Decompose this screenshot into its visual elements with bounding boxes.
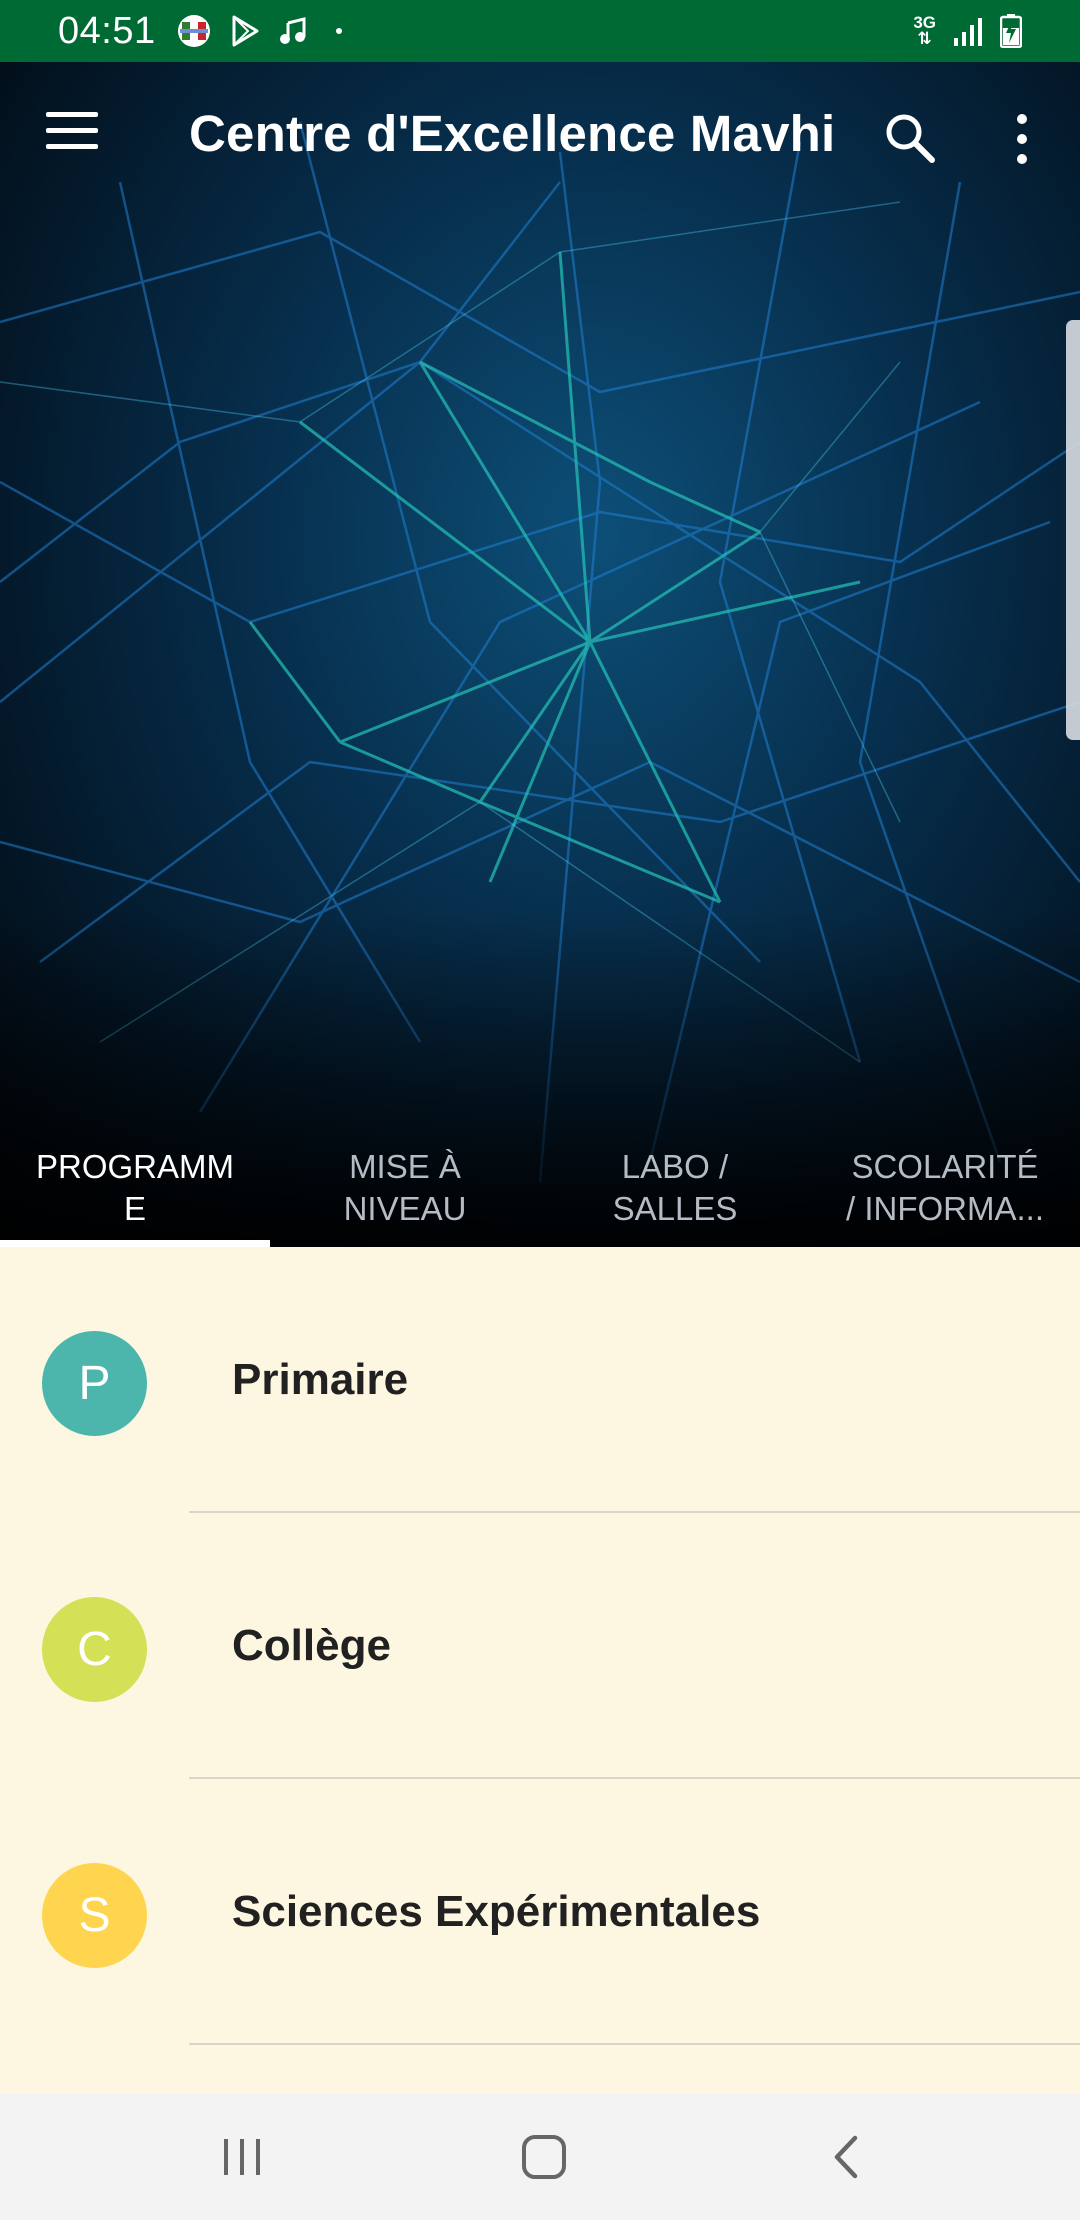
divider (189, 2043, 1080, 2045)
dot-icon (335, 28, 342, 34)
avatar: C (42, 1597, 147, 1702)
flag-notification-icon (176, 13, 212, 49)
status-notification-icons (176, 13, 342, 49)
menu-icon[interactable] (46, 112, 98, 152)
list-item-primaire[interactable]: P Primaire (0, 1247, 1080, 1513)
tab-label: MISE À NIVEAU (343, 1148, 467, 1227)
tab-programme[interactable]: PROGRAMM E (0, 1130, 270, 1247)
app-bar: Centre d'Excellence Mavhi (0, 62, 1080, 212)
list-item-label: Primaire (232, 1355, 409, 1404)
play-store-icon (230, 15, 260, 47)
signal-icon (952, 16, 984, 46)
recent-apps-icon[interactable] (202, 2124, 282, 2190)
system-navigation-bar (0, 2094, 1080, 2220)
network-lines-graphic (0, 121, 1080, 1247)
status-system-icons: 3G ⇅ (913, 14, 1022, 48)
hero-background-image (0, 62, 1080, 1247)
back-icon[interactable] (806, 2124, 886, 2190)
avatar: P (42, 1331, 147, 1436)
tab-label: PROGRAMM E (36, 1148, 234, 1227)
battery-charging-icon (1000, 14, 1022, 48)
home-icon[interactable] (504, 2124, 584, 2190)
music-icon (278, 15, 308, 47)
avatar: S (42, 1863, 147, 1968)
app-title: Centre d'Excellence Mavhi (189, 105, 836, 162)
program-list: P Primaire C Collège S Sciences Expérime… (0, 1247, 1080, 2094)
status-bar: 04:51 3G ⇅ (0, 0, 1080, 62)
tab-label: SCOLARITÉ / INFORMA... (846, 1148, 1044, 1227)
list-item-label: Sciences Expérimentales (232, 1887, 761, 1936)
scroll-indicator[interactable] (1066, 320, 1080, 740)
tab-scolarite-information[interactable]: SCOLARITÉ / INFORMA... (810, 1130, 1080, 1247)
network-label: 3G (913, 13, 936, 32)
status-time: 04:51 (58, 9, 156, 52)
list-item-college[interactable]: C Collège (0, 1513, 1080, 1779)
more-vert-icon[interactable] (1002, 110, 1042, 168)
tab-labo-salles[interactable]: LABO / SALLES (540, 1130, 810, 1247)
search-icon[interactable] (882, 110, 940, 168)
network-3g-icon: 3G ⇅ (913, 13, 936, 48)
tab-mise-a-niveau[interactable]: MISE À NIVEAU (270, 1130, 540, 1247)
tab-bar: PROGRAMM E MISE À NIVEAU LABO / SALLES S… (0, 1130, 1080, 1247)
list-item-sciences-experimentales[interactable]: S Sciences Expérimentales (0, 1779, 1080, 2045)
list-item-label: Collège (232, 1621, 391, 1670)
tab-label: LABO / SALLES (612, 1148, 738, 1227)
